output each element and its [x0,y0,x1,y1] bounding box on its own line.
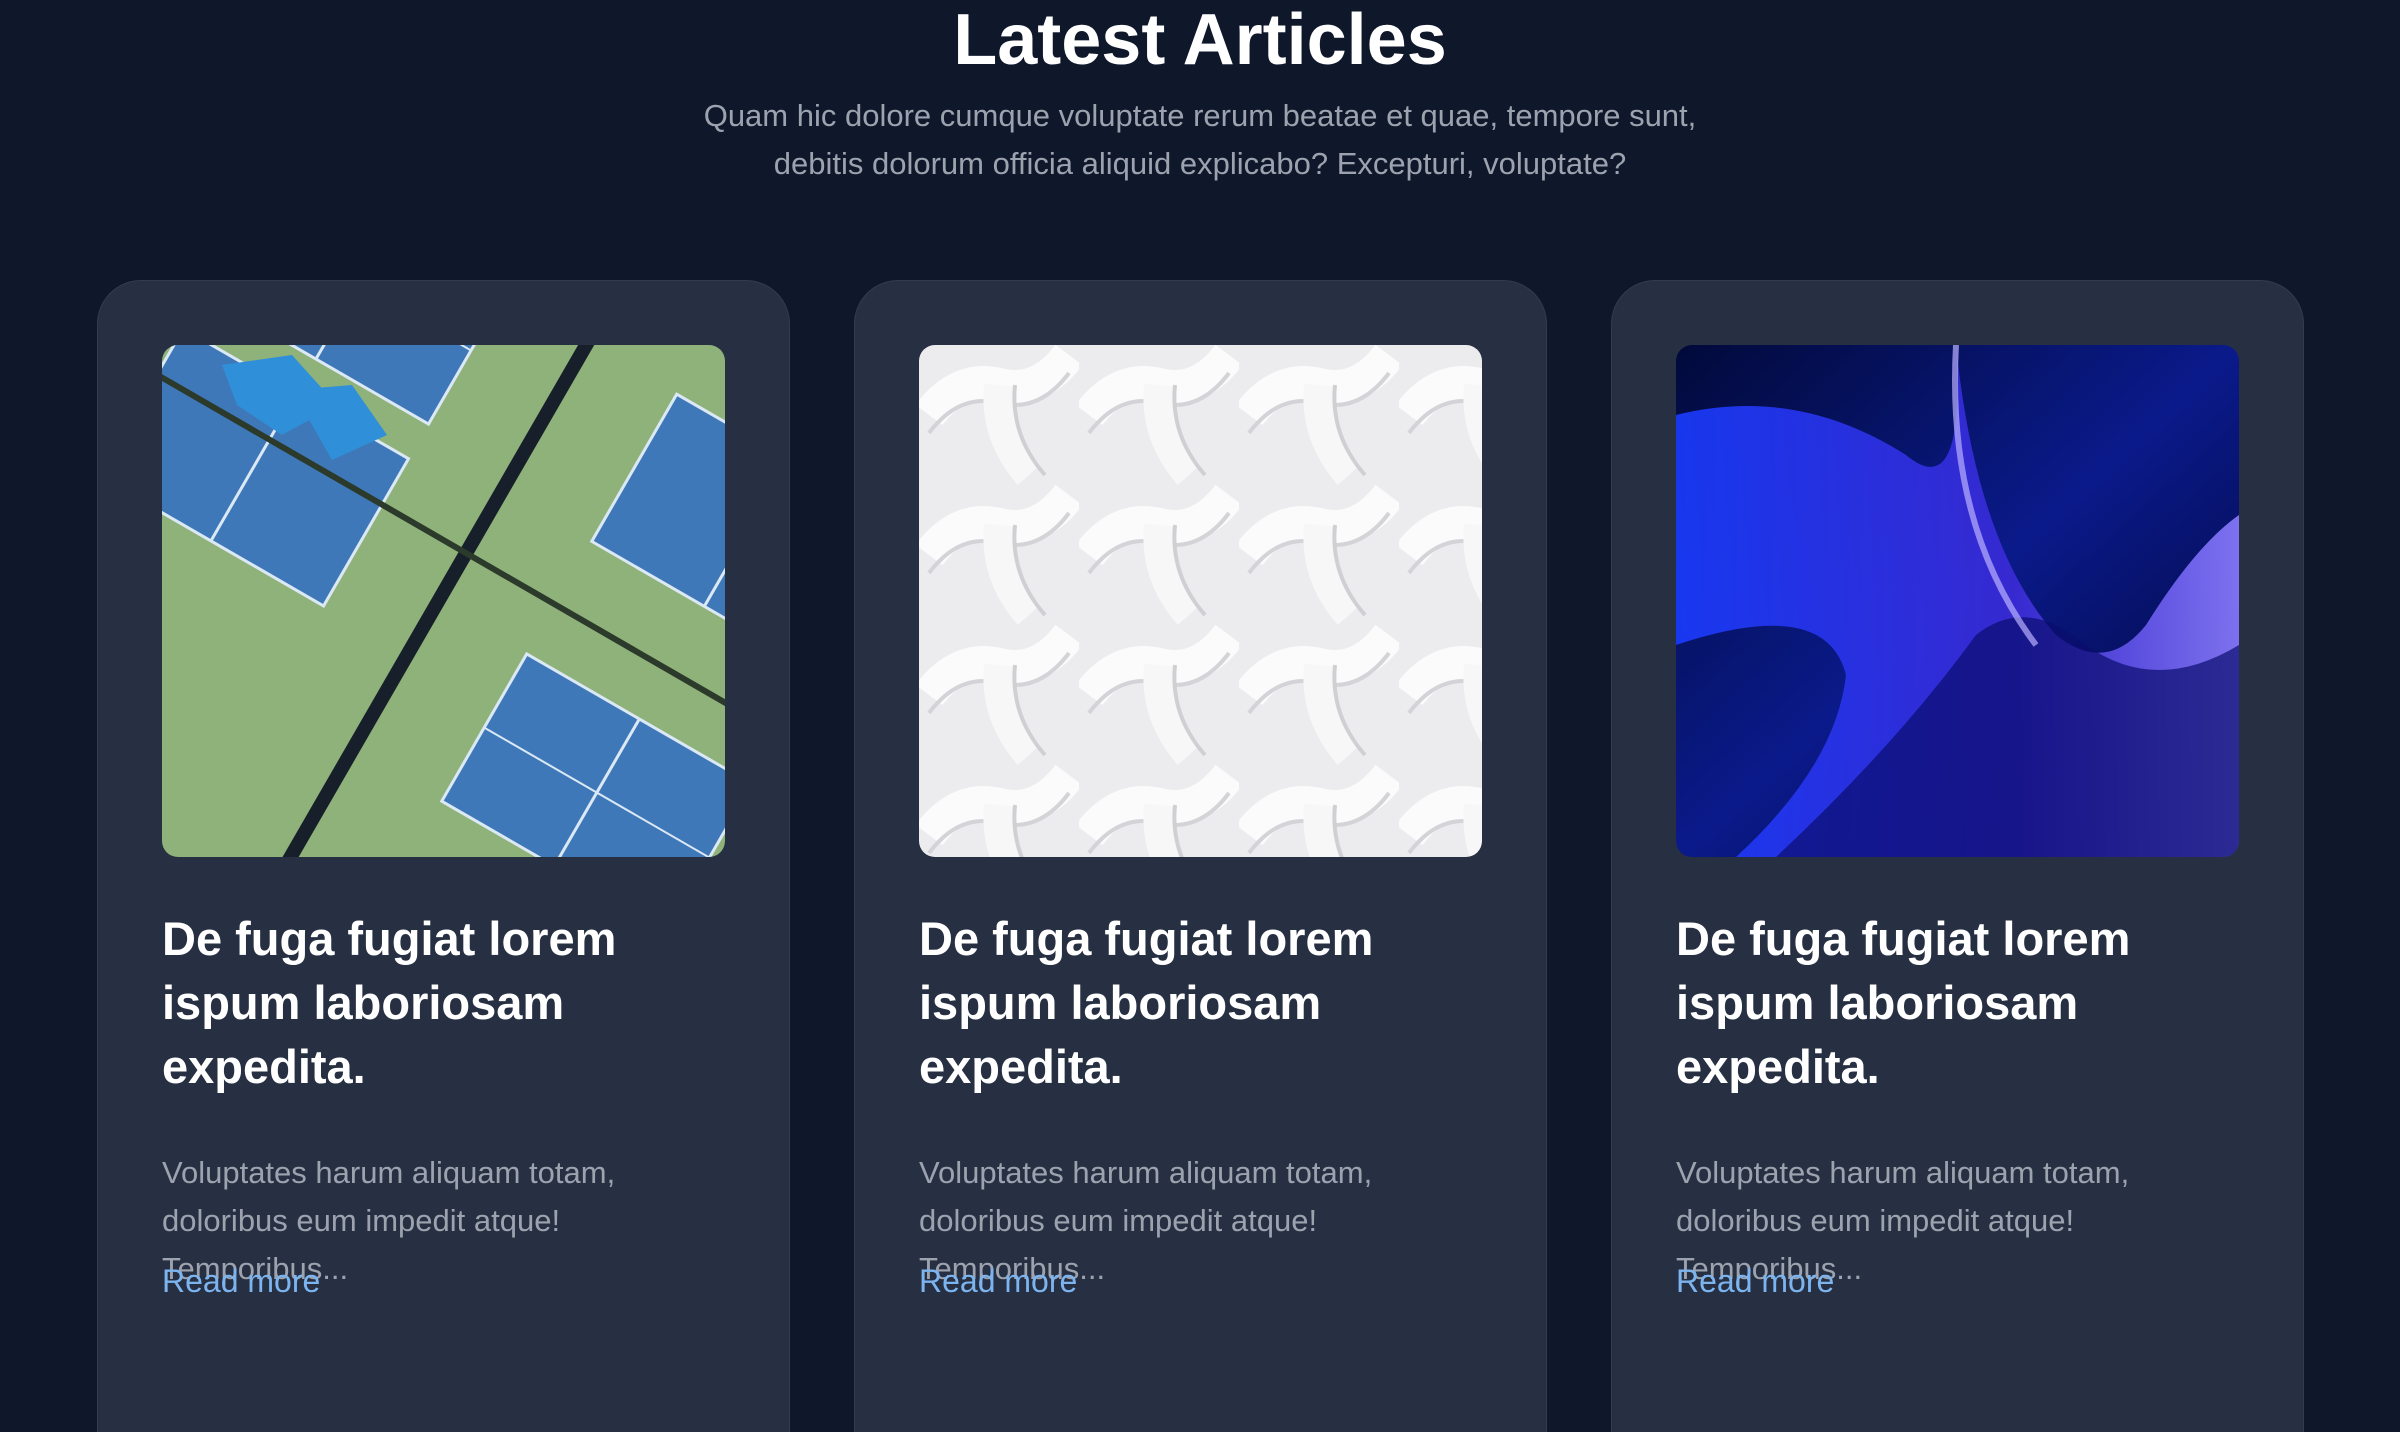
article-title[interactable]: De fuga fugiat lorem ispum laboriosam ex… [1676,907,2246,1099]
section-subtitle: Quam hic dolore cumque voluptate rerum b… [0,92,2400,188]
article-image-blue-abstract[interactable] [1676,345,2239,857]
article-card: De fuga fugiat lorem ispum laboriosam ex… [1611,280,2304,1432]
section-heading: Latest Articles [953,0,1447,80]
article-card: De fuga fugiat lorem ispum laboriosam ex… [854,280,1547,1432]
latest-articles-section: Latest Articles Quam hic dolore cumque v… [0,0,2400,1432]
article-card: De fuga fugiat lorem ispum laboriosam ex… [97,280,790,1432]
section-subtitle-line-2: debitis dolorum officia aliquid explicab… [773,146,1627,181]
read-more-link[interactable]: Read more [162,1257,320,1305]
read-more-link[interactable]: Read more [919,1257,1077,1305]
read-more-link[interactable]: Read more [1676,1257,1834,1305]
article-title[interactable]: De fuga fugiat lorem ispum laboriosam ex… [162,907,732,1099]
article-image-tennis-courts[interactable] [162,345,725,857]
section-subtitle-line-1: Quam hic dolore cumque voluptate rerum b… [703,98,1697,133]
article-title[interactable]: De fuga fugiat lorem ispum laboriosam ex… [919,907,1489,1099]
article-image-white-pattern[interactable] [919,345,1482,857]
